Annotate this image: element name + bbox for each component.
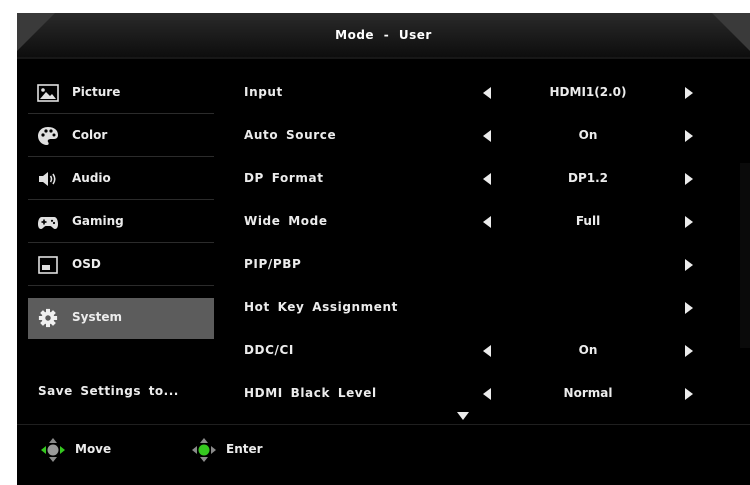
setting-label: Hot Key Assignment — [244, 300, 398, 314]
sidebar-item-label: Audio — [72, 171, 111, 185]
sidebar-item-label: Color — [72, 128, 108, 142]
arrow-left-icon[interactable] — [483, 173, 491, 185]
arrow-left-icon[interactable] — [483, 87, 491, 99]
speaker-icon — [39, 172, 56, 186]
setting-label: DP Format — [244, 171, 324, 185]
monitor-edge — [740, 163, 750, 348]
move-navigation-icon — [41, 438, 65, 462]
setting-value: On — [578, 128, 598, 142]
sidebar-item-label: Gaming — [72, 214, 124, 228]
footer-bar: Move Enter — [17, 425, 750, 485]
arrow-left-icon[interactable] — [483, 216, 491, 228]
arrow-left-icon[interactable] — [483, 345, 491, 357]
setting-hdmi-black-level[interactable]: HDMI Black Level Normal — [243, 374, 733, 416]
arrow-right-icon[interactable] — [685, 216, 693, 228]
setting-value: HDMI1(2.0) — [549, 85, 627, 99]
footer-move-label: Move — [75, 442, 112, 456]
sidebar-item-label: System — [72, 310, 122, 324]
setting-pip-pbp[interactable]: PIP/PBP — [243, 245, 733, 287]
setting-value: Normal — [563, 386, 613, 400]
arrow-right-icon[interactable] — [685, 130, 693, 142]
scroll-down-icon[interactable] — [457, 412, 469, 420]
setting-value: Full — [575, 214, 601, 228]
setting-ddc-ci[interactable]: DDC/CI On — [243, 331, 733, 373]
setting-label: Auto Source — [244, 128, 337, 142]
arrow-right-icon[interactable] — [685, 345, 693, 357]
picture-icon — [37, 84, 59, 102]
arrow-right-icon[interactable] — [685, 87, 693, 99]
sidebar-item-picture[interactable]: Picture — [28, 73, 214, 114]
gear-icon — [38, 308, 58, 328]
save-settings-button[interactable]: Save Settings to... — [38, 384, 179, 398]
enter-navigation-icon — [192, 438, 216, 462]
setting-value: DP1.2 — [567, 171, 608, 185]
setting-value: On — [578, 343, 598, 357]
setting-hot-key-assignment[interactable]: Hot Key Assignment — [243, 288, 733, 330]
sidebar-item-osd[interactable]: OSD — [28, 245, 214, 286]
footer-enter-label: Enter — [226, 442, 263, 456]
setting-dp-format[interactable]: DP Format DP1.2 — [243, 159, 733, 201]
arrow-left-icon[interactable] — [483, 130, 491, 142]
palette-icon — [38, 127, 58, 145]
setting-auto-source[interactable]: Auto Source On — [243, 116, 733, 158]
page-title: Mode - User — [335, 28, 432, 42]
arrow-right-icon[interactable] — [685, 173, 693, 185]
setting-label: Input — [244, 85, 283, 99]
setting-label: PIP/PBP — [244, 257, 302, 271]
setting-label: HDMI Black Level — [244, 386, 377, 400]
header-bar: Mode - User — [17, 13, 750, 59]
setting-label: Wide Mode — [244, 214, 328, 228]
osd-icon — [38, 256, 58, 274]
sidebar-item-system[interactable]: System — [28, 298, 214, 339]
setting-label: DDC/CI — [244, 343, 294, 357]
osd-menu: Mode - User Picture Color Audio Gaming O… — [17, 13, 750, 485]
sidebar-item-color[interactable]: Color — [28, 116, 214, 157]
sidebar-item-gaming[interactable]: Gaming — [28, 202, 214, 243]
gamepad-icon — [38, 217, 58, 229]
setting-input[interactable]: Input HDMI1(2.0) — [243, 73, 733, 115]
sidebar-item-audio[interactable]: Audio — [28, 159, 214, 200]
arrow-right-icon[interactable] — [685, 259, 693, 271]
arrow-left-icon[interactable] — [483, 388, 491, 400]
sidebar-item-label: Picture — [72, 85, 121, 99]
arrow-right-icon[interactable] — [685, 302, 693, 314]
arrow-right-icon[interactable] — [685, 388, 693, 400]
setting-wide-mode[interactable]: Wide Mode Full — [243, 202, 733, 244]
sidebar-item-label: OSD — [72, 257, 101, 271]
